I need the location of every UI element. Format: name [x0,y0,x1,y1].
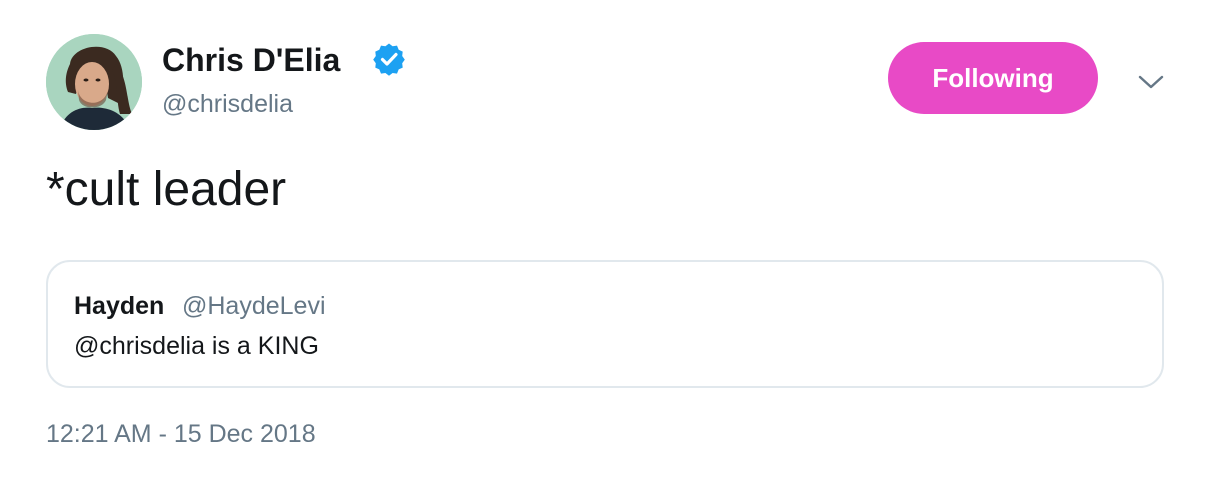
verified-badge-icon [373,43,405,76]
author-handle[interactable]: @chrisdelia [162,88,293,120]
quoted-author-name: Hayden [74,292,165,320]
author-name[interactable]: Chris D'Elia [162,40,340,80]
quoted-author-handle: @HaydeLevi [182,292,326,320]
chevron-down-icon[interactable] [1134,68,1168,96]
quoted-tweet-text: @chrisdelia is a KING [74,332,319,360]
avatar-photo-icon [46,34,142,130]
following-button[interactable]: Following [888,42,1098,114]
quoted-tweet[interactable]: Hayden @HaydeLevi @chrisdelia is a KING [46,260,1164,388]
author-avatar[interactable] [46,34,142,130]
tweet-timestamp[interactable]: 12:21 AM - 15 Dec 2018 [46,418,316,450]
tweet-text: *cult leader [46,163,287,216]
tweet-card: Chris D'Elia @chrisdelia Following *cult… [0,0,1222,478]
